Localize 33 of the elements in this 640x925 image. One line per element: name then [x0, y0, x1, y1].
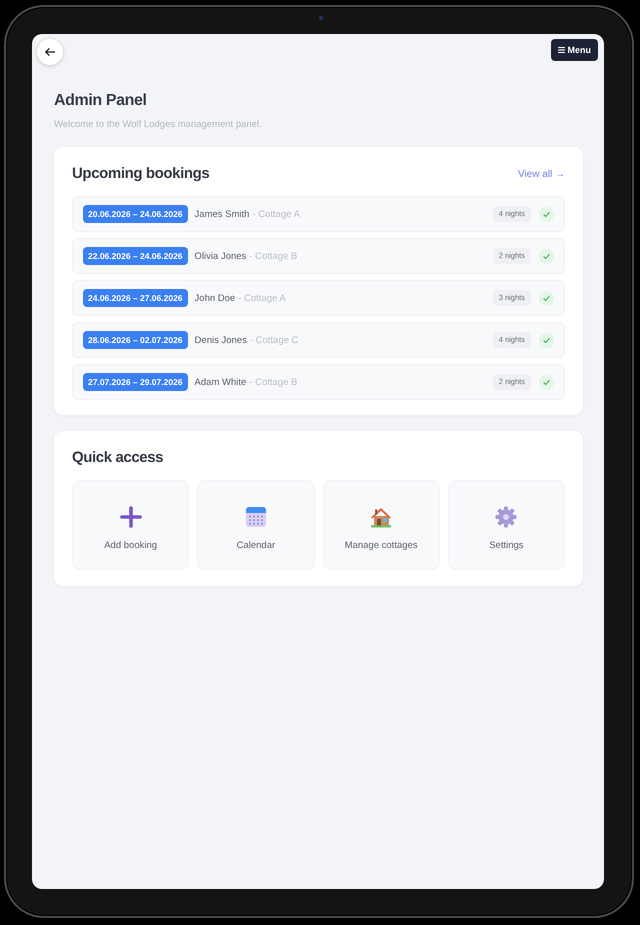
guest-name: Olivia Jones	[194, 250, 246, 262]
menu-button[interactable]: Menu	[550, 39, 598, 61]
plus-icon	[120, 506, 142, 528]
quick-access-tile[interactable]: Add booking	[72, 480, 190, 570]
view-all-link[interactable]: View all →	[518, 168, 565, 180]
cottage-name: - Cottage B	[249, 250, 298, 262]
guest-name: James Smith	[194, 208, 250, 220]
menu-icon	[558, 47, 564, 53]
card-title: Quick access	[72, 448, 164, 468]
date-range-badge: 27.07.2026 – 29.07.2026	[83, 373, 188, 391]
cottage-name: - Cottage C	[250, 334, 298, 346]
card-title: Upcoming bookings	[72, 164, 210, 184]
date-range-badge: 28.06.2026 – 02.07.2026	[83, 331, 188, 349]
date-range-badge: 22.06.2026 – 24.06.2026	[83, 247, 188, 265]
gear-icon	[495, 506, 518, 528]
cottage-name: - Cottage B	[249, 376, 298, 388]
date-range-badge: 24.06.2026 – 27.06.2026	[83, 289, 188, 307]
quick-access-tile[interactable]: Calendar	[197, 480, 314, 570]
page-subtitle: Welcome to the Wolf Lodges management panel.	[54, 119, 262, 131]
back-button[interactable]	[37, 39, 63, 65]
cottage-name: - Cottage A	[238, 292, 286, 304]
quick-access-tile[interactable]: Manage cottages	[322, 480, 440, 570]
page-title: Admin Panel	[54, 92, 148, 110]
date-range-badge: 20.06.2026 – 24.06.2026	[83, 205, 188, 223]
calendar-icon	[244, 506, 267, 528]
guest-name: Denis Jones	[194, 334, 247, 346]
left-arrow-icon	[45, 48, 55, 56]
cottage-name: - Cottage A	[252, 208, 300, 220]
guest-name: John Doe	[194, 292, 236, 304]
camera-lens-icon	[319, 16, 323, 20]
quick-access-tile[interactable]: Settings	[448, 480, 565, 570]
house-icon	[370, 506, 392, 528]
guest-name: Adam White	[194, 376, 246, 388]
